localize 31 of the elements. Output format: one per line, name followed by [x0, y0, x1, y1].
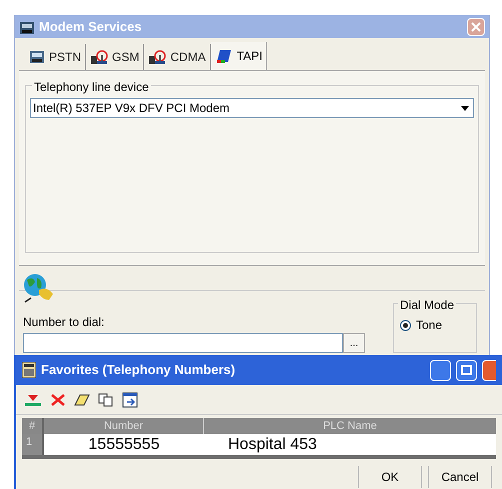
number-field[interactable]: [23, 333, 343, 353]
radio-option[interactable]: Tone: [400, 316, 470, 334]
table-cell-text: Hospital 453: [227, 435, 318, 455]
field-label: Number to dial:: [23, 314, 106, 331]
dialog-button[interactable]: OK: [358, 466, 422, 488]
copy-icon[interactable]: [98, 392, 114, 406]
tab[interactable]: TAPI: [210, 42, 268, 70]
dropdown[interactable]: Intel(R) 537EP V9x DFV PCI Modem: [30, 98, 474, 118]
maximize-icon: [461, 365, 472, 375]
column-header: PLC Name: [204, 418, 496, 434]
maximize-button[interactable]: [456, 360, 477, 380]
table-cell-text: 15555555: [87, 435, 161, 455]
column-header: #: [22, 418, 44, 434]
close-button[interactable]: [482, 360, 496, 380]
close-icon: [471, 22, 481, 32]
dialog-button[interactable]: Cancel: [428, 466, 492, 488]
window-title: Modem Services: [39, 18, 143, 36]
calculator-icon: [22, 362, 36, 378]
window-title: Favorites (Telephony Numbers): [41, 361, 236, 380]
book-icon: [214, 49, 233, 63]
antenna-icon: [148, 50, 166, 64]
minimize-button[interactable]: [430, 360, 451, 380]
eraser-icon[interactable]: [74, 392, 90, 406]
column-header: Number: [44, 418, 204, 434]
dropdown-arrow-icon: [461, 106, 469, 110]
table-cell: 1: [22, 434, 44, 455]
import-icon[interactable]: [24, 392, 42, 406]
export-icon[interactable]: [122, 392, 138, 408]
antenna-icon: [90, 50, 108, 64]
browse-button[interactable]: ...: [343, 333, 365, 353]
delete-icon[interactable]: [50, 392, 66, 406]
